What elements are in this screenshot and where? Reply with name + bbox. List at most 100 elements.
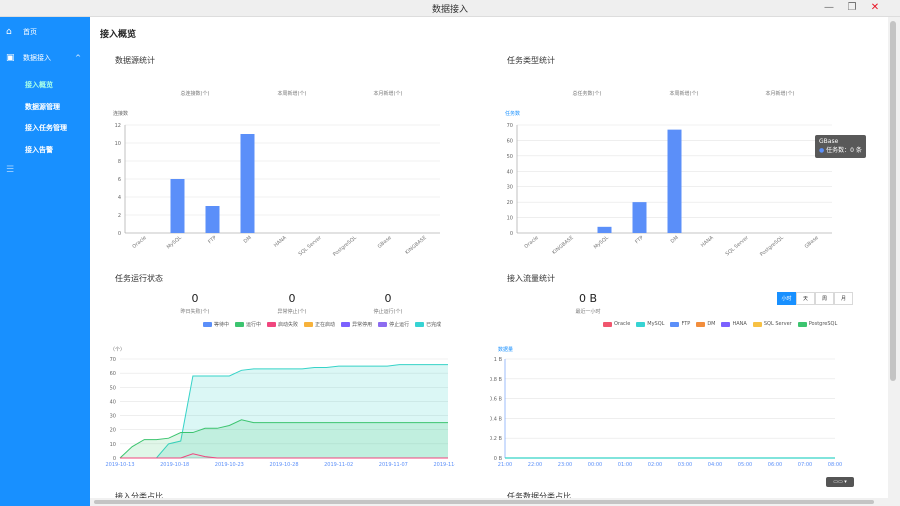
tasktype-xtick-label: DM — [670, 235, 680, 245]
tasktype-ytick-label: 0 — [510, 231, 513, 237]
taskrun-stat-failed-label: 昨日失败(个) — [180, 309, 210, 315]
nav-home[interactable]: ⌂ 首页 — [0, 21, 90, 43]
datasource-xtick-label: FTP — [207, 235, 218, 245]
datasource-panel-title: 数据源统计 — [115, 56, 155, 65]
flow-xtick-label: 03:00 — [678, 462, 692, 467]
tasktype-bar — [597, 226, 612, 233]
flow-ytick-label: 0.2 B — [490, 436, 503, 442]
tasktype-ytick-label: 20 — [507, 200, 513, 206]
horizontal-scrollbar[interactable] — [90, 498, 888, 506]
flow-xtick-label: 07:00 — [798, 462, 812, 467]
datasource-ytick-label: 8 — [118, 159, 121, 165]
flow-legend-swatch — [721, 321, 731, 327]
main-content: 接入概览 数据源统计 总连接数(个) 本周新增(个) 本月新增(个) 连接数 0 2… — [90, 17, 892, 501]
tooltip-dot-icon: ● — [819, 147, 825, 154]
flow-xtick-label: 23:00 — [558, 462, 572, 467]
sidebar-item-datasource[interactable]: 数据源管理 — [25, 102, 60, 112]
taskrun-xtick-label: 2019-11-07 — [379, 462, 408, 467]
datasource-bar-chart: 连接数 0 2 4 6 8 10 12 Oracle MySQL FTP DM HANA SQL Serv… — [113, 110, 440, 257]
close-button[interactable]: ✕ — [866, 1, 884, 15]
flow-xtick-label: 06:00 — [768, 462, 782, 467]
flow-time-tabs: 小时 天 周 月 — [777, 292, 853, 305]
home-icon: ⌂ — [6, 27, 12, 37]
datasource-ytick-label: 0 — [118, 231, 121, 237]
sidebar-item-overview[interactable]: 接入概览 — [25, 80, 53, 90]
flow-legend-swatch — [696, 321, 706, 327]
tasktype-ytick-label: 50 — [507, 154, 513, 160]
datasource-ytick-label: 2 — [118, 213, 121, 219]
datasource-bar — [205, 206, 220, 233]
minimize-button[interactable]: — — [820, 1, 838, 15]
datasource-xtick-label: HANA — [273, 235, 288, 249]
tasktype-xtick-label: Oracle — [523, 235, 539, 250]
taskrun-stat-abnormal-label: 异常停止(个) — [277, 309, 307, 315]
tasktype-ytick-label: 40 — [507, 169, 513, 175]
taskrun-ytick-label: 60 — [110, 371, 116, 377]
tasktype-xtick-label: PostgreSQL — [759, 235, 785, 257]
sidebar: ⌂ 首页 ▣ 数据接入 ^ 接入概览 数据源管理 接入任务管理 接入告警 ☰ — [0, 17, 90, 506]
flow-xtick-label: 01:00 — [618, 462, 632, 467]
nav-data-access[interactable]: ▣ 数据接入 ^ — [0, 47, 90, 69]
taskrun-ylabel: （个） — [110, 347, 125, 353]
taskrun-xtick-label: 2019-10-28 — [269, 462, 298, 467]
flow-xtick-label: 04:00 — [708, 462, 722, 467]
datasource-xtick-label: SQL Server — [298, 234, 324, 257]
flow-ytick-label: 0.8 B — [490, 377, 503, 383]
flow-xtick-label: 08:00 — [828, 462, 842, 467]
vertical-scrollbar[interactable] — [888, 17, 900, 506]
taskrun-xtick-label: 2019-10-18 — [160, 462, 189, 467]
page-title: 接入概览 — [100, 30, 137, 40]
tasktype-stat-total-label: 总任务数(个) — [572, 91, 602, 97]
nav-data-access-label: 数据接入 — [23, 54, 51, 62]
taskrun-ytick-label: 20 — [110, 428, 116, 434]
sidebar-item-tasks[interactable]: 接入任务管理 — [25, 123, 67, 133]
tab-hour[interactable]: 小时 — [777, 292, 796, 305]
tab-month[interactable]: 月 — [834, 292, 853, 305]
tasktype-ytick-label: 30 — [507, 185, 513, 191]
menu-collapse-icon[interactable]: ☰ — [6, 165, 14, 175]
datasource-stat-total-label: 总连接数(个) — [180, 91, 210, 97]
sidebar-item-alerts[interactable]: 接入告警 — [25, 145, 53, 155]
tab-week[interactable]: 周 — [815, 292, 834, 305]
flow-legend-swatch — [603, 321, 612, 327]
tab-day[interactable]: 天 — [796, 292, 815, 305]
tasktype-xtick-label: SQL Server — [725, 234, 751, 257]
tasktype-bar — [667, 129, 682, 233]
vertical-scroll-thumb[interactable] — [890, 21, 896, 381]
tasktype-ytick-label: 70 — [507, 123, 513, 129]
taskrun-xtick-label: 2019-11-12 — [433, 462, 455, 467]
flow-legend-swatch — [670, 321, 680, 327]
tasktype-ytick-label: 10 — [507, 216, 513, 222]
datasource-ytick-label: 6 — [118, 177, 121, 183]
datasource-bar — [240, 134, 255, 233]
flow-stat-label: 最近一小时 — [575, 309, 601, 315]
horizontal-scroll-thumb[interactable] — [94, 500, 874, 504]
tooltip-text: 任务数：0 条 — [826, 147, 862, 154]
tasktype-xtick-label: HANA — [700, 235, 715, 249]
datasource-stat-week-label: 本周新增(个) — [277, 91, 307, 97]
flow-legend-swatch — [797, 321, 807, 327]
datasource-bar — [170, 179, 185, 233]
taskrun-area-chart: （个）0102030405060702019-10-13 2019-10-18 20… — [105, 347, 455, 467]
flow-xtick-label: 02:00 — [648, 462, 662, 467]
taskrun-stat-failed-value: 0 — [191, 292, 199, 305]
chevron-up-icon: ^ — [75, 54, 81, 62]
restore-button[interactable]: ❐ — [843, 1, 861, 15]
taskrun-ytick-label: 40 — [110, 399, 116, 405]
taskrun-xtick-label: 2019-11-02 — [324, 462, 353, 467]
datasource-ylabel: 连接数 — [113, 110, 128, 117]
flow-xtick-label: 00:00 — [588, 462, 602, 467]
window-title: 数据接入 — [431, 5, 468, 15]
taskrun-stat-stopped-value: 0 — [384, 292, 392, 305]
tasktype-ytick-label: 60 — [507, 138, 513, 144]
datasource-xtick-label: Oracle — [131, 235, 147, 250]
export-button[interactable]: ▭▭ ▾ — [826, 477, 854, 487]
datasource-xtick-label: GBase — [377, 235, 393, 250]
tasktype-xtick-label: MySQL — [593, 235, 610, 251]
tasktype-panel-title: 任务类型统计 — [507, 56, 555, 65]
tasktype-stat-month-label: 本月新增(个) — [765, 91, 795, 97]
flow-xtick-label: 22:00 — [528, 462, 542, 467]
chart-tooltip: GBase ● 任务数：0 条 — [815, 135, 866, 158]
tasktype-xtick-label: GBase — [804, 235, 820, 250]
flow-ylabel: 数据量 — [498, 346, 513, 353]
